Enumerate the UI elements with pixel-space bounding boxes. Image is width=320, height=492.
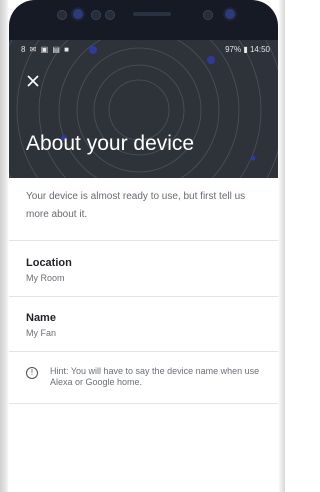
sensor-dot xyxy=(57,10,67,20)
hint-text: Hint: You will have to say the device na… xyxy=(50,366,260,387)
location-label: Location xyxy=(26,257,72,269)
status-battery-time: 97% ▮ 14:50 xyxy=(225,45,270,54)
divider xyxy=(9,240,278,241)
close-button[interactable] xyxy=(27,72,45,90)
page-title: About your device xyxy=(26,132,195,155)
divider xyxy=(9,296,278,297)
intro-text: Your device is almost ready to use, but … xyxy=(26,191,246,220)
main-content: Your device is almost ready to use, but … xyxy=(9,178,278,492)
divider xyxy=(9,351,278,352)
divider xyxy=(9,403,278,404)
name-value: My Fan xyxy=(26,328,57,338)
phone-bezel-left xyxy=(0,0,9,492)
name-label: Name xyxy=(26,312,56,324)
status-bar: 8 ✉ ▣ ▤ ■ 97% ▮ 14:50 xyxy=(9,40,278,60)
phone-bezel-right xyxy=(278,0,285,492)
sensor-dot xyxy=(203,10,213,20)
iris-camera-icon xyxy=(225,9,235,19)
earpiece-speaker xyxy=(133,12,171,16)
status-notification-icons: 8 ✉ ▣ ▤ ■ xyxy=(21,45,70,54)
info-icon: ! xyxy=(26,367,38,379)
front-camera-icon xyxy=(73,9,83,19)
header-decoration-rings xyxy=(9,40,278,178)
sensor-dot xyxy=(91,10,101,20)
sensor-dot xyxy=(105,10,115,20)
phone-top-bezel xyxy=(9,0,278,40)
decoration-dot xyxy=(250,155,256,161)
location-value: My Room xyxy=(26,273,65,283)
close-icon xyxy=(27,75,39,87)
